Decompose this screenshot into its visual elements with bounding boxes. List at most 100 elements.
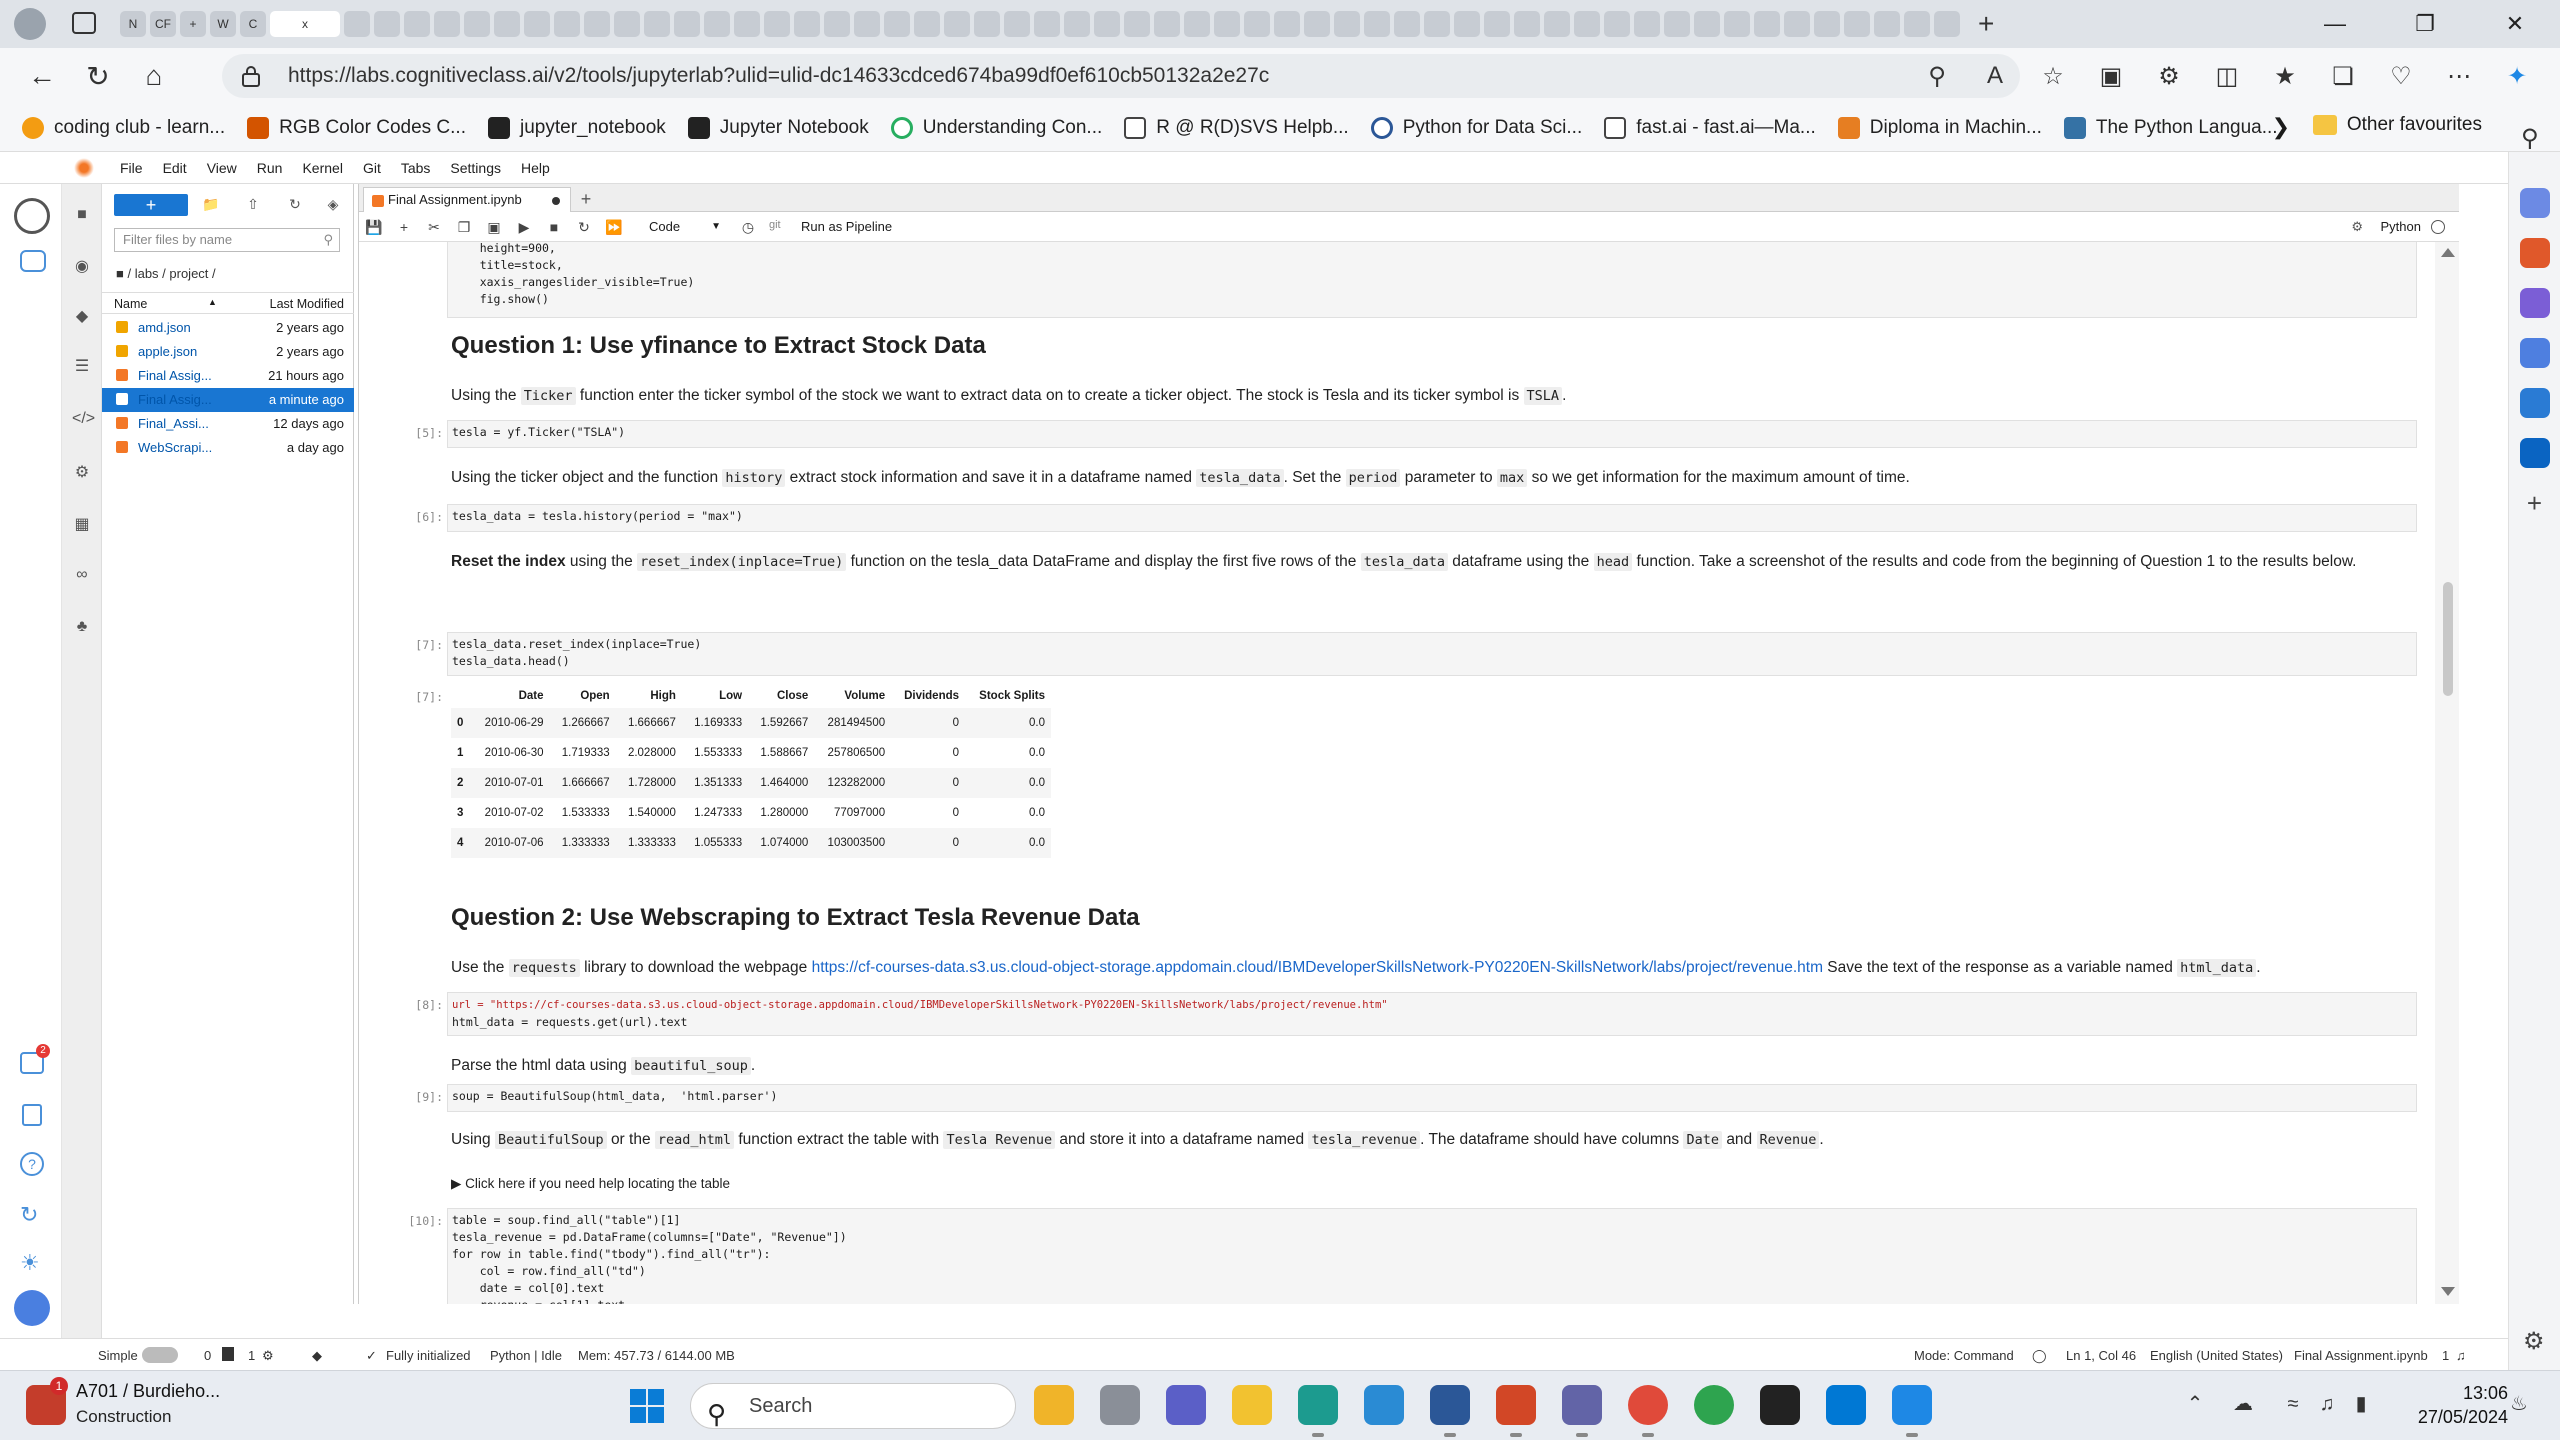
code-cell[interactable]: height=900, title=stock, xaxis_rangeslid…: [447, 242, 2417, 318]
url-field[interactable]: https://labs.cognitiveclass.ai/v2/tools/…: [222, 54, 2020, 98]
tab-active[interactable]: x: [270, 11, 340, 37]
column-header-name[interactable]: Name: [114, 297, 147, 311]
git-label[interactable]: git: [769, 219, 781, 231]
tab-close-icon[interactable]: x: [302, 17, 308, 31]
details-summary[interactable]: ▶ Click here if you need help locating t…: [451, 1172, 2421, 1196]
cursor-position[interactable]: Ln 1, Col 46: [2066, 1348, 2136, 1363]
upload-icon[interactable]: ⇧: [244, 196, 262, 214]
code-cell[interactable]: tesla = yf.Ticker("TSLA"): [447, 420, 2417, 448]
palette-icon[interactable]: ▦: [72, 514, 92, 534]
extensions-icon[interactable]: ⚙: [2150, 57, 2188, 95]
menu-tabs[interactable]: Tabs: [391, 160, 441, 176]
menu-help[interactable]: Help: [511, 160, 560, 176]
new-launcher-button[interactable]: +: [114, 194, 188, 216]
tab-w[interactable]: W: [210, 11, 236, 37]
tab-generic[interactable]: [1094, 11, 1120, 37]
git-branch-icon[interactable]: ◆: [312, 1348, 322, 1364]
tab-generic[interactable]: [1514, 11, 1540, 37]
elyra-icon[interactable]: ∞: [72, 566, 92, 586]
favorite-star-icon[interactable]: ☆: [2034, 57, 2072, 95]
kernel-name[interactable]: Python: [2381, 219, 2421, 234]
tab-generic[interactable]: [1424, 11, 1450, 37]
tab-generic[interactable]: [1244, 11, 1270, 37]
simple-mode-toggle[interactable]: [142, 1347, 178, 1363]
tab-generic[interactable]: [1274, 11, 1300, 37]
folder-icon[interactable]: ■: [72, 206, 92, 226]
windows-start-icon[interactable]: [630, 1389, 664, 1423]
markdown-cell[interactable]: Parse the html data using beautiful_soup…: [451, 1054, 2421, 1078]
clock-icon[interactable]: ◷: [739, 218, 757, 236]
revenue-link[interactable]: https://cf-courses-data.s3.us.cloud-obje…: [812, 959, 1823, 976]
tab-generic[interactable]: [1484, 11, 1510, 37]
file-row-selected[interactable]: Final Assig... a minute ago: [102, 388, 354, 412]
fast-forward-icon[interactable]: ⏩: [605, 218, 623, 236]
theme-icon[interactable]: ☀: [20, 1250, 40, 1276]
code-cell[interactable]: soup = BeautifulSoup(html_data, 'html.pa…: [447, 1084, 2417, 1112]
bookmark[interactable]: Understanding Con...: [890, 116, 1102, 139]
markdown-cell[interactable]: Question 1: Use yfinance to Extract Stoc…: [451, 334, 2421, 358]
word-icon[interactable]: [1430, 1385, 1470, 1437]
tab-generic[interactable]: [1454, 11, 1480, 37]
code-cell[interactable]: table = soup.find_all("table")[1] tesla_…: [447, 1208, 2417, 1304]
breadcrumb[interactable]: ■ / labs / project /: [116, 266, 216, 281]
outlook-icon[interactable]: [2519, 438, 2550, 468]
code-icon[interactable]: </>: [72, 410, 95, 430]
toolbox-icon[interactable]: [2519, 238, 2550, 268]
home-icon[interactable]: ⌂: [126, 48, 182, 104]
scroll-down-icon[interactable]: [2441, 1287, 2455, 1296]
sync-icon[interactable]: ↻: [20, 1202, 38, 1228]
add-tab-icon[interactable]: +: [575, 188, 597, 210]
tab-generic[interactable]: [1394, 11, 1420, 37]
reading-view-icon[interactable]: ▣: [2092, 57, 2130, 95]
chevron-up-icon[interactable]: ⌃: [2184, 1393, 2206, 1415]
tab-generic[interactable]: [1634, 11, 1660, 37]
tab-generic[interactable]: [974, 11, 1000, 37]
tab-generic[interactable]: [494, 11, 520, 37]
tab-generic[interactable]: [914, 11, 940, 37]
extension-puzzle-icon[interactable]: ♣: [72, 618, 92, 638]
save-icon[interactable]: 💾: [365, 218, 383, 236]
notification-count[interactable]: 1: [2442, 1348, 2449, 1363]
terminal-app-icon[interactable]: [1760, 1385, 1800, 1425]
copy-icon[interactable]: ❐: [455, 218, 473, 236]
bookmark[interactable]: The Python Langua...: [2063, 116, 2278, 139]
tab-generic[interactable]: [1694, 11, 1720, 37]
tag-icon[interactable]: [2519, 188, 2550, 218]
paste-icon[interactable]: ▣: [485, 218, 503, 236]
git-icon[interactable]: ◆: [72, 306, 92, 326]
bookmark[interactable]: jupyter_notebook: [488, 116, 666, 139]
tab-generic[interactable]: [854, 11, 880, 37]
back-icon[interactable]: ←: [14, 48, 70, 104]
tab-generic[interactable]: [464, 11, 490, 37]
tab-generic[interactable]: [584, 11, 610, 37]
notebook-icon[interactable]: [22, 1104, 42, 1126]
tab-generic[interactable]: [944, 11, 970, 37]
restart-icon[interactable]: ↻: [575, 218, 593, 236]
language-status[interactable]: English (United States): [2150, 1348, 2283, 1363]
menu-view[interactable]: View: [197, 160, 247, 176]
collections-icon[interactable]: ❏: [2324, 57, 2362, 95]
cell-type-select[interactable]: Code ▼: [643, 217, 725, 237]
menu-file[interactable]: File: [110, 160, 153, 176]
terminals-count[interactable]: 0: [204, 1348, 211, 1363]
tab-generic[interactable]: [1664, 11, 1690, 37]
column-header-modified[interactable]: Last Modified: [270, 297, 344, 311]
onedrive-icon[interactable]: ☁: [2232, 1393, 2254, 1415]
tab-generic[interactable]: [614, 11, 640, 37]
tab-generic[interactable]: [884, 11, 910, 37]
file-row[interactable]: Final Assig... 21 hours ago: [102, 364, 354, 388]
settings-icon[interactable]: ⚙: [2523, 1327, 2545, 1356]
markdown-cell[interactable]: Question 2: Use Webscraping to Extract T…: [451, 906, 2421, 930]
code-cell[interactable]: tesla_data.reset_index(inplace=True) tes…: [447, 632, 2417, 676]
task-view-icon[interactable]: [1100, 1385, 1140, 1425]
bookmark[interactable]: coding club - learn...: [22, 116, 225, 139]
tab-generic[interactable]: [824, 11, 850, 37]
favorites-icon[interactable]: ★: [2266, 57, 2304, 95]
tab-generic[interactable]: [1784, 11, 1810, 37]
help-app-icon[interactable]: [1364, 1385, 1404, 1425]
property-inspector-icon[interactable]: ⚙: [72, 462, 92, 482]
tab-generic[interactable]: [1154, 11, 1180, 37]
run-as-pipeline-button[interactable]: Run as Pipeline: [801, 219, 892, 234]
toc-icon[interactable]: ☰: [72, 356, 92, 376]
tab-generic[interactable]: [644, 11, 670, 37]
